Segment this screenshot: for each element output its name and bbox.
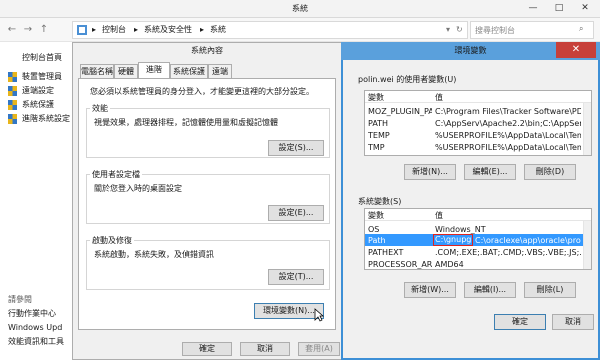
user-var-value[interactable]: %USERPROFILE%\AppData\Local\Temp xyxy=(435,142,581,153)
breadcrumb-item-security[interactable]: 系統及安全性 xyxy=(144,23,192,37)
mouse-cursor-icon xyxy=(314,308,325,324)
system-var-value[interactable]: AMD64 xyxy=(435,259,581,269)
performance-tools-link[interactable]: 效能資訊和工具 xyxy=(8,336,64,348)
control-panel-icon xyxy=(76,24,88,38)
user-var-value[interactable]: %USERPROFILE%\AppData\Local\Temp xyxy=(435,130,581,141)
user-var-name[interactable]: MOZ_PLUGIN_PA... xyxy=(368,106,432,117)
system-vars-label: 系統變數(S) xyxy=(358,197,402,206)
search-placeholder: 搜尋控制台 xyxy=(475,26,515,35)
user-profiles-desc: 關於您登入時的桌面設定 xyxy=(94,184,182,193)
system-properties-title: 系統內容 xyxy=(191,46,223,55)
user-var-value[interactable]: C:\Program Files\Tracker Software\PDF Vi… xyxy=(435,106,581,117)
scrollbar[interactable] xyxy=(583,103,591,155)
dropdown-icon[interactable]: ▾ xyxy=(446,23,450,37)
forward-arrow-icon[interactable]: → xyxy=(20,22,36,38)
user-var-name[interactable]: PATH xyxy=(368,118,432,129)
startup-recovery-settings-button[interactable]: 設定(T)... xyxy=(268,269,324,285)
close-icon[interactable]: ✕ xyxy=(572,1,598,16)
scrollbar[interactable] xyxy=(583,221,591,269)
tab-computer-name[interactable]: 電腦名稱 xyxy=(80,64,114,78)
remote-settings-link[interactable]: 遠端設定 xyxy=(22,85,54,97)
tab-remote[interactable]: 遠端 xyxy=(208,64,232,78)
breadcrumb-sep-icon: ▸ xyxy=(200,25,205,34)
user-var-value[interactable]: C:\AppServ\Apache2.2\bin;C:\AppServ\php.… xyxy=(435,118,581,129)
breadcrumb-item-system[interactable]: 系統 xyxy=(210,23,226,37)
system-var-value[interactable]: .COM;.EXE;.BAT;.CMD;.VBS;.VBE;.JS;.JSE;.… xyxy=(435,247,581,258)
breadcrumb-sep-icon: ▸ xyxy=(134,25,139,34)
ok-button[interactable]: 確定 xyxy=(182,342,232,356)
shield-icon xyxy=(8,100,17,112)
performance-group-title: 效能 xyxy=(90,103,110,114)
windows-update-link[interactable]: Windows Upd xyxy=(8,322,62,334)
search-input[interactable]: 搜尋控制台 ⌕ xyxy=(470,21,594,39)
new-system-var-button[interactable]: 新增(W)... xyxy=(404,282,456,298)
user-vars-list[interactable]: 變數 值 MOZ_PLUGIN_PA... C:\Program Files\T… xyxy=(364,90,592,156)
breadcrumb-sep-icon: ▸ xyxy=(92,25,97,34)
breadcrumb-item-control-panel[interactable]: 控制台 xyxy=(102,23,126,37)
performance-desc: 視覺效果，處理器排程，記憶體使用量和虛擬記憶體 xyxy=(94,118,278,127)
close-icon[interactable]: ✕ xyxy=(556,42,596,58)
maximize-icon[interactable]: □ xyxy=(546,1,572,16)
apply-button[interactable]: 套用(A) xyxy=(298,342,340,356)
shield-icon xyxy=(8,114,17,126)
user-profiles-settings-button[interactable]: 設定(E)... xyxy=(268,205,324,221)
column-header-variable[interactable]: 變數 xyxy=(368,92,430,103)
shield-icon xyxy=(8,72,17,84)
user-profiles-group-title: 使用者設定檔 xyxy=(90,169,142,180)
system-var-name[interactable]: PATHEXT xyxy=(368,247,432,258)
device-manager-link[interactable]: 裝置管理員 xyxy=(22,71,62,83)
delete-user-var-button[interactable]: 刪除(D) xyxy=(524,164,576,180)
column-header-variable[interactable]: 變數 xyxy=(368,210,430,221)
tab-system-protection[interactable]: 系統保護 xyxy=(170,64,208,78)
action-center-link[interactable]: 行動作業中心 xyxy=(8,308,56,320)
address-box[interactable] xyxy=(72,21,468,39)
env-cancel-button[interactable]: 取消 xyxy=(552,314,594,330)
admin-note: 您必須以系統管理員的身分登入，才能變更這裡的大部分設定。 xyxy=(90,87,314,96)
system-protection-link[interactable]: 系統保護 xyxy=(22,99,54,111)
advanced-system-settings-link[interactable]: 進階系統設定 xyxy=(22,113,70,125)
user-var-name[interactable]: TEMP xyxy=(368,130,432,141)
system-var-name[interactable]: Path xyxy=(368,235,432,246)
column-header-value[interactable]: 值 xyxy=(435,210,585,221)
system-vars-list[interactable]: 變數 值 OS Windows_NT Path C:\gnupg; C:\ora… xyxy=(364,208,592,270)
shield-icon xyxy=(8,86,17,98)
control-panel-home-link[interactable]: 控制台首頁 xyxy=(22,52,62,64)
refresh-icon[interactable]: ↻ xyxy=(456,23,463,37)
edit-system-var-button[interactable]: 編輯(I)... xyxy=(464,282,516,298)
highlighted-path-entry[interactable]: C:\gnupg; xyxy=(433,234,473,246)
startup-recovery-desc: 系統啟動，系統失敗，及偵錯資訊 xyxy=(94,250,214,259)
user-var-name[interactable]: TMP xyxy=(368,142,432,153)
user-vars-label: polin.wei 的使用者變數(U) xyxy=(358,75,457,84)
tab-advanced[interactable]: 進階 xyxy=(138,62,170,79)
env-ok-button[interactable]: 確定 xyxy=(494,314,546,330)
tab-hardware[interactable]: 硬體 xyxy=(114,64,138,78)
edit-user-var-button[interactable]: 編輯(E)... xyxy=(464,164,516,180)
system-var-value[interactable]: C:\oraclexe\app\oracle\produ... xyxy=(475,235,581,246)
up-arrow-icon[interactable]: ↑ xyxy=(36,22,52,38)
column-header-value[interactable]: 值 xyxy=(435,92,585,103)
window-title: 系統 xyxy=(292,4,308,13)
cancel-button[interactable]: 取消 xyxy=(240,342,290,356)
delete-system-var-button[interactable]: 刪除(L) xyxy=(524,282,576,298)
search-icon[interactable]: ⌕ xyxy=(579,24,583,34)
back-arrow-icon[interactable]: ← xyxy=(4,22,20,38)
performance-settings-button[interactable]: 設定(S)... xyxy=(268,140,324,156)
new-user-var-button[interactable]: 新增(N)... xyxy=(404,164,456,180)
system-var-name[interactable]: PROCESSOR_AR... xyxy=(368,259,432,269)
minimize-icon[interactable]: — xyxy=(520,1,546,16)
see-also-title: 請參閱 xyxy=(8,295,32,304)
startup-recovery-group-title: 啟動及修復 xyxy=(90,235,134,246)
